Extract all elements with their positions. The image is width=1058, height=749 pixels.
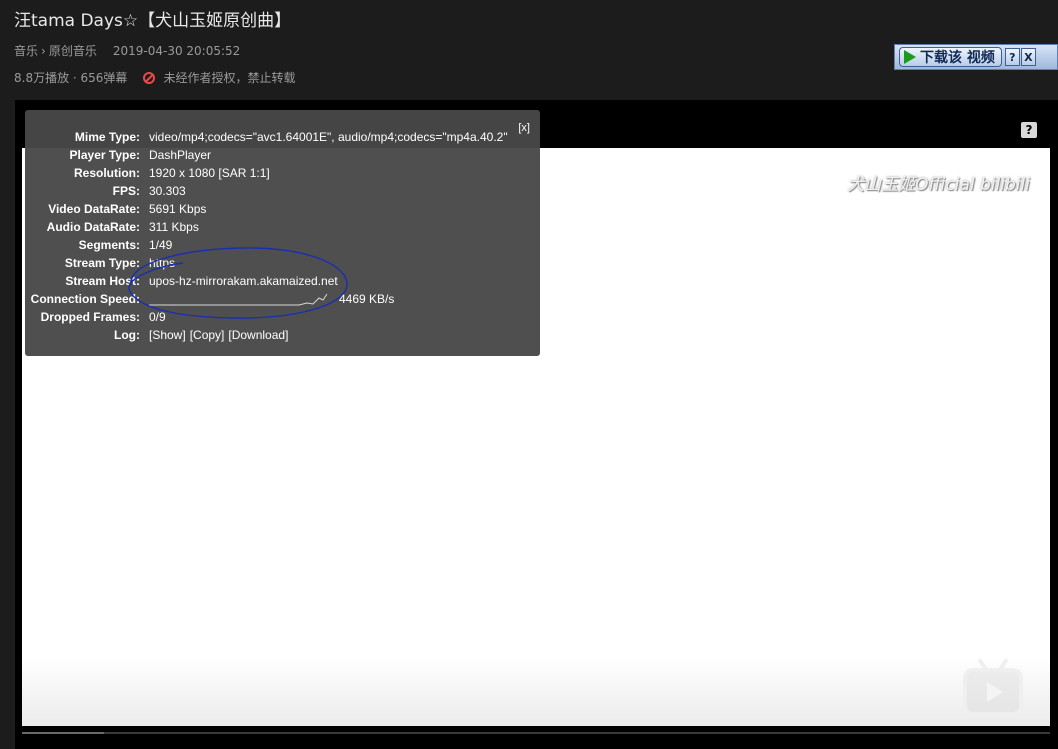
connection-speed-value: 4469 KB/s	[339, 292, 395, 306]
stat-row-player-type: Player Type: DashPlayer	[69, 148, 212, 162]
play-stats: 8.8万播放 · 656弹幕	[14, 71, 128, 85]
copyright-notice: 未经作者授权，禁止转载	[163, 71, 296, 85]
download-toolbar: 下载该 视频 ? X	[894, 44, 1058, 70]
stats-close-button[interactable]: [x]	[518, 122, 530, 134]
progress-fill	[22, 732, 105, 734]
stat-row-stream-host: Stream Host: upos-hz-mirrorakam.akamaize…	[65, 274, 338, 288]
meta-row: 音乐 › 原创音乐 2019-04-30 20:05:52	[14, 42, 240, 59]
stat-row-log: Log: [Show] [Copy] [Download]	[114, 328, 289, 342]
forbidden-icon	[143, 71, 156, 84]
play-button[interactable]	[963, 668, 1023, 716]
help-icon[interactable]: ?	[1021, 122, 1037, 138]
page-title: 汪tama Days☆【犬山玉姬原创曲】	[14, 11, 292, 31]
breadcrumb-separator: ›	[41, 43, 46, 58]
stat-row-dropped-frames: Dropped Frames: 0/9	[40, 310, 166, 324]
speed-graph	[149, 293, 328, 306]
stat-row-fps: FPS: 30.303	[112, 184, 186, 198]
stat-row-resolution: Resolution: 1920 x 1080 [SAR 1:1]	[74, 166, 270, 180]
stat-row-connection-speed: Connection Speed: 4469 KB/s	[30, 292, 395, 306]
watermark: 犬山玉姬Official bilibili	[847, 175, 1030, 195]
progress-bar[interactable]	[22, 732, 1050, 734]
play-icon	[987, 682, 1003, 702]
stat-row-segments: Segments: 1/49	[78, 238, 173, 252]
stat-row-mime-type: Mime Type: video/mp4;codecs="avc1.64001E…	[74, 130, 508, 144]
breadcrumb-item-music[interactable]: 音乐	[14, 42, 38, 59]
stat-row-stream-type: Stream Type: https	[64, 256, 176, 270]
stats-row: 8.8万播放 · 656弹幕 未经作者授权，禁止转载	[14, 69, 295, 86]
close-button[interactable]: X	[1020, 48, 1036, 66]
download-video-label: 下载该 视频	[920, 50, 995, 66]
breadcrumb-item-original-music[interactable]: 原创音乐	[49, 42, 97, 59]
log-show-link[interactable]: [Show]	[149, 328, 186, 342]
download-video-button[interactable]: 下载该 视频	[899, 47, 1002, 67]
log-copy-link[interactable]: [Copy]	[190, 328, 225, 342]
publish-time: 2019-04-30 20:05:52	[112, 43, 241, 58]
stats-panel: [x] Mime Type: video/mp4;codecs="avc1.64…	[25, 110, 540, 356]
log-download-link[interactable]: [Download]	[228, 328, 288, 342]
controls-strip	[22, 740, 1050, 749]
play-icon	[904, 50, 916, 64]
help-button[interactable]: ?	[1004, 48, 1020, 66]
stat-row-audio-datarate: Audio DataRate: 311 Kbps	[46, 220, 199, 234]
stat-row-video-datarate: Video DataRate: 5691 Kbps	[48, 202, 207, 216]
